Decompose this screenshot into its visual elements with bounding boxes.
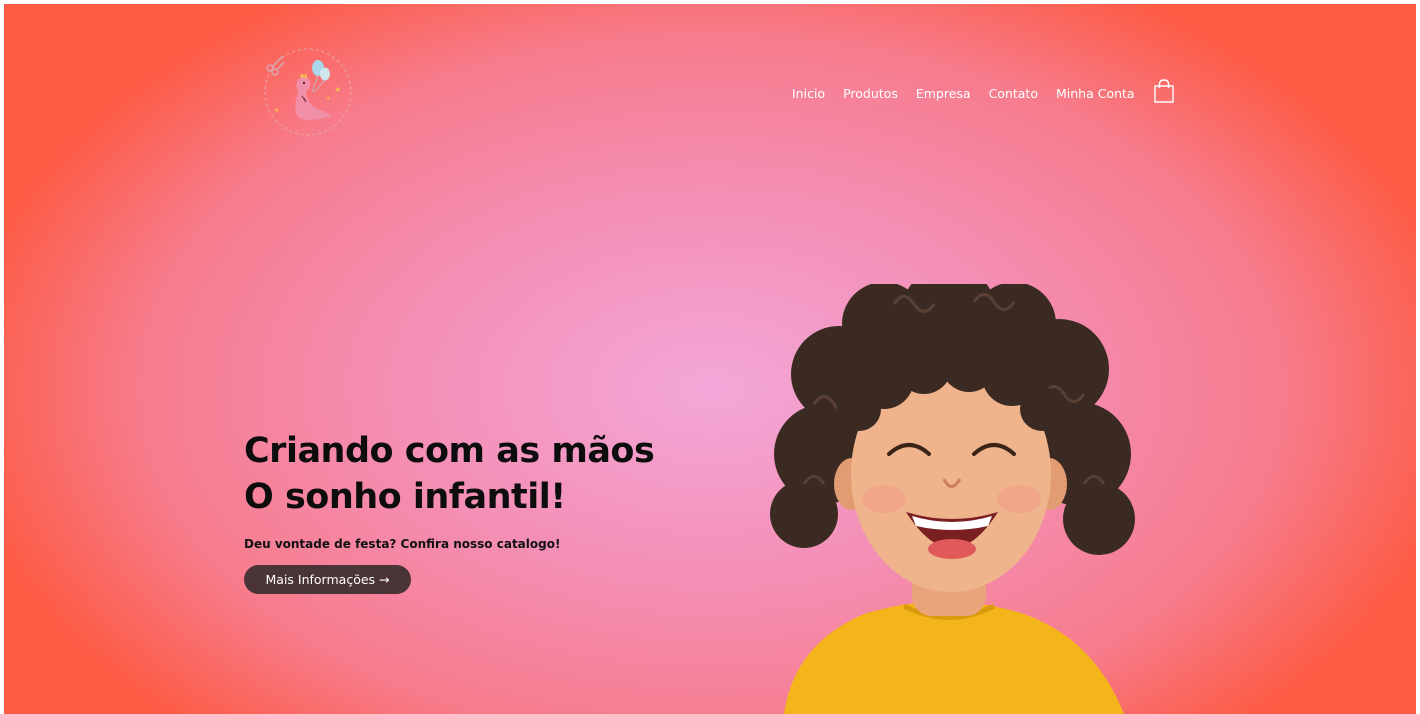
party-dino-logo-icon[interactable]: ★ ★ ★	[260, 42, 356, 138]
shopping-bag-icon[interactable]	[1153, 78, 1175, 104]
svg-text:★: ★	[274, 107, 279, 114]
nav-item-inicio[interactable]: Inicio	[792, 86, 825, 101]
hero-title: Criando com as mãos O sonho infantil!	[244, 428, 655, 520]
hero-title-line-1: Criando com as mãos	[244, 431, 655, 471]
svg-text:★: ★	[334, 85, 341, 94]
nav-item-contato[interactable]: Contato	[989, 86, 1038, 101]
hero-section: ★ ★ ★ Inicio Produtos Empresa Contato Mi…	[4, 4, 1416, 714]
nav-item-produtos[interactable]: Produtos	[843, 86, 898, 101]
smiling-child-photo	[770, 284, 1135, 714]
hero-title-line-2: O sonho infantil!	[244, 477, 566, 517]
svg-text:★: ★	[326, 96, 331, 102]
main-nav: Inicio Produtos Empresa Contato Minha Co…	[792, 79, 1175, 104]
more-info-button[interactable]: Mais Informações →	[244, 565, 411, 594]
nav-item-minha-conta[interactable]: Minha Conta	[1056, 86, 1135, 101]
hero-subtitle: Deu vontade de festa? Confira nosso cata…	[244, 537, 561, 551]
nav-item-empresa[interactable]: Empresa	[916, 86, 971, 101]
